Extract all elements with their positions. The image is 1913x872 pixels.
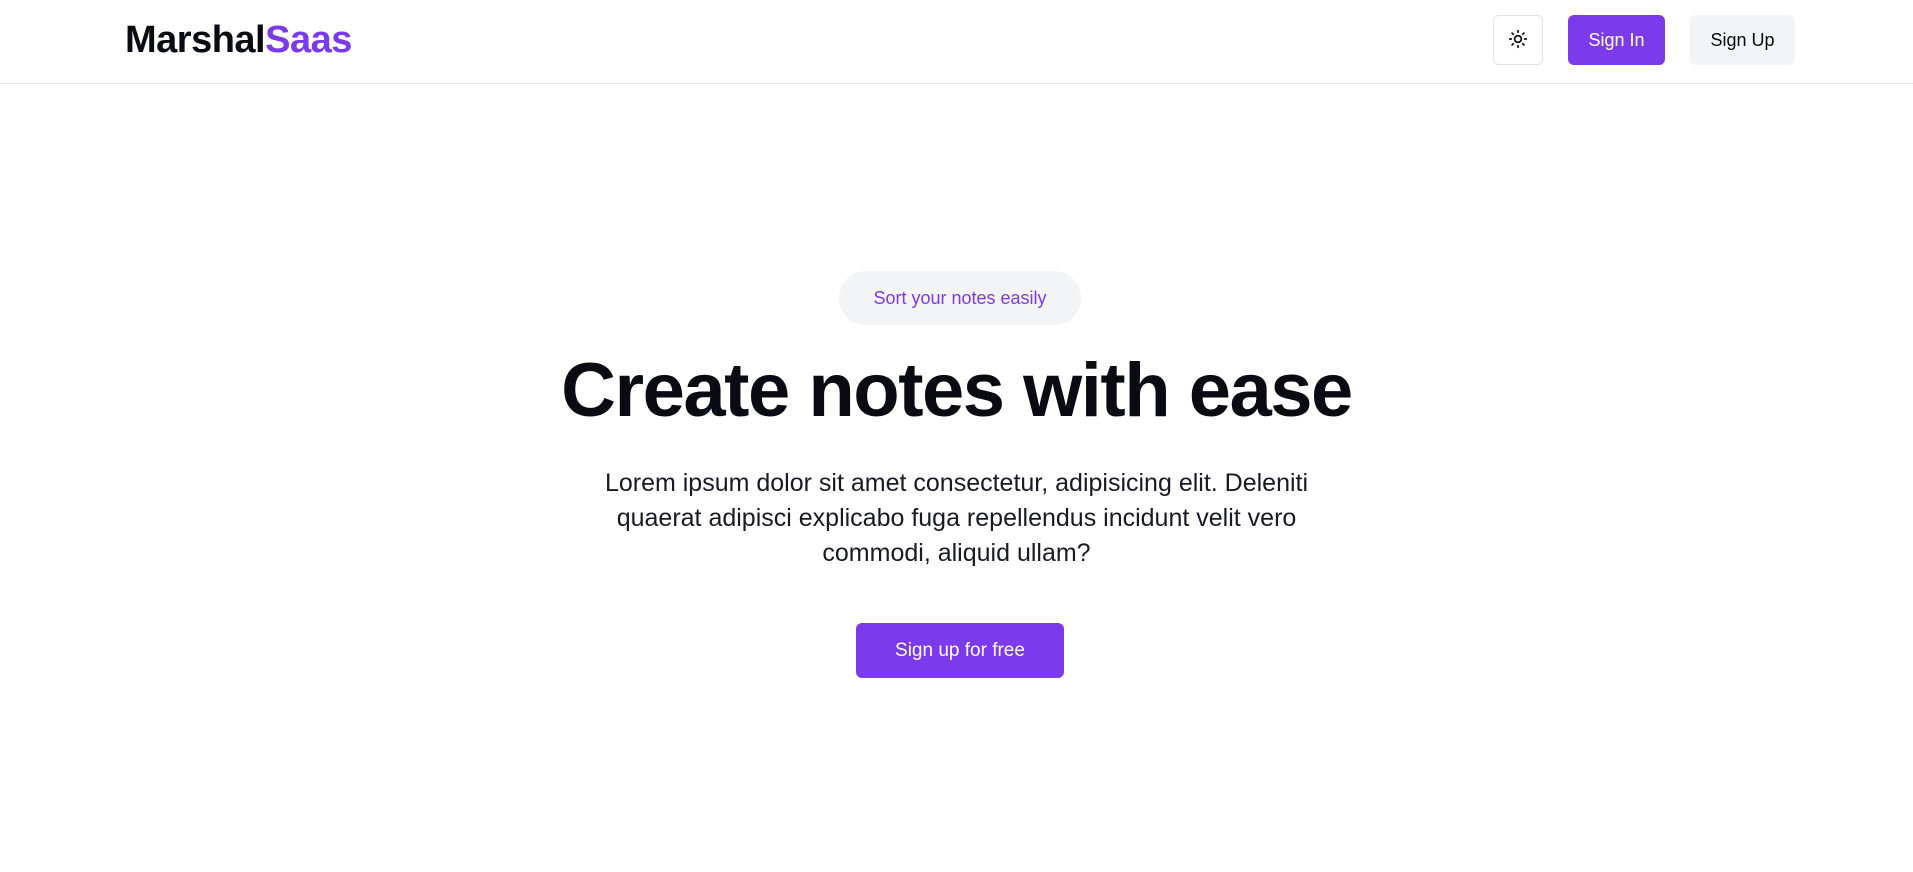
hero-badge: Sort your notes easily [839, 271, 1081, 325]
sign-up-button[interactable]: Sign Up [1690, 15, 1795, 65]
nav-actions: Sign In Sign Up [1493, 15, 1795, 65]
signup-free-button[interactable]: Sign up for free [856, 623, 1064, 678]
sun-icon [1508, 29, 1528, 52]
sign-in-button[interactable]: Sign In [1568, 15, 1665, 65]
hero-title: Create notes with ease [561, 348, 1353, 433]
theme-toggle-button[interactable] [1493, 15, 1543, 65]
hero-description: Lorem ipsum dolor sit amet consectetur, … [604, 469, 1309, 567]
brand-name-primary: Marshal [125, 19, 266, 61]
brand-logo[interactable]: MarshalSaas [125, 18, 352, 62]
navbar: MarshalSaas Sign In Sign Up [0, 0, 1913, 84]
brand-name-accent: Saas [265, 19, 352, 61]
